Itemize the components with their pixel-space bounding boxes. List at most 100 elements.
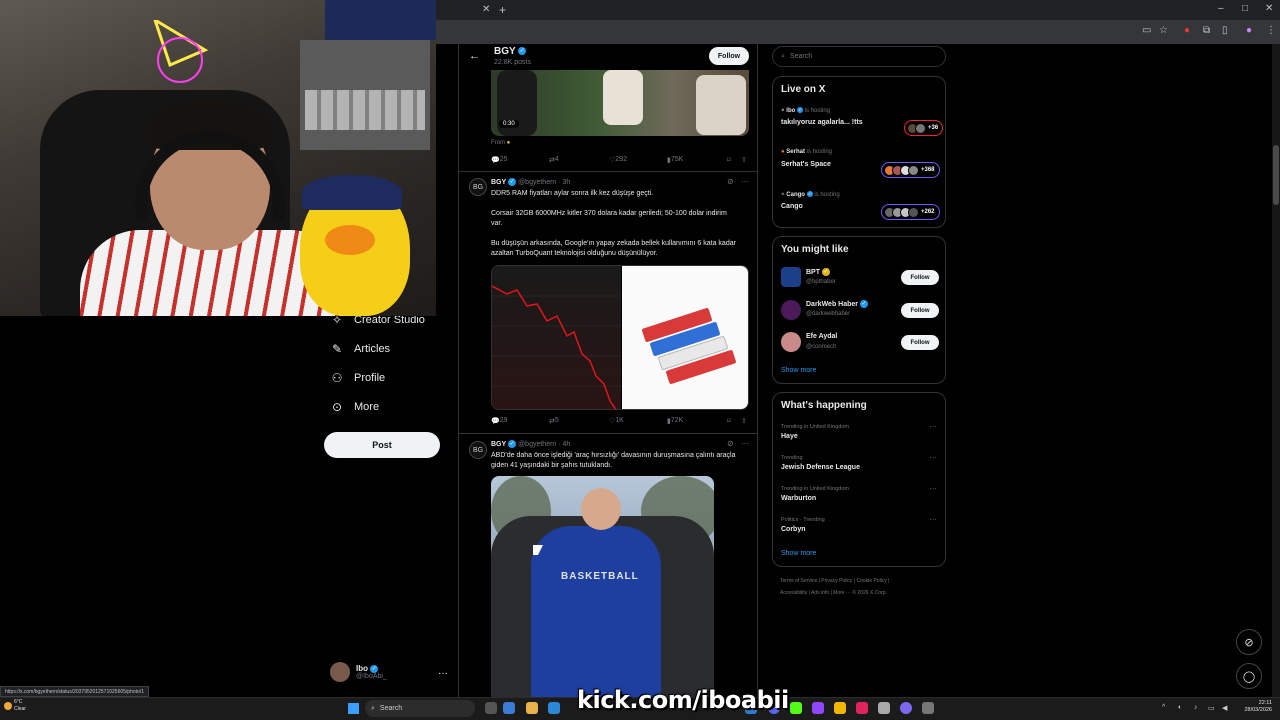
show-more-link[interactable]: Show more <box>781 550 816 557</box>
avatar[interactable]: BG <box>469 178 487 196</box>
reply-button[interactable]: 💬 25 <box>491 156 508 164</box>
repost-button[interactable]: ⇄ 4 <box>549 156 559 164</box>
trend-name[interactable]: Haye <box>781 433 798 440</box>
post-button[interactable]: Post <box>324 432 440 458</box>
trend-more-icon[interactable]: ··· <box>929 515 937 524</box>
app-icon[interactable] <box>900 702 912 714</box>
account-switcher[interactable]: Ibo ✓ @IboAbi_ <box>330 662 387 682</box>
verified-badge-icon: ✓ <box>370 664 379 673</box>
footer-links[interactable]: Terms of Service | Privacy Policy | Cook… <box>780 578 889 584</box>
avatar[interactable]: BG <box>469 441 487 459</box>
extension-icon[interactable]: ● <box>1184 25 1190 36</box>
views-button[interactable]: ▮ 72K <box>667 417 683 425</box>
close-window-icon[interactable]: ✕ <box>1265 3 1273 14</box>
like-button[interactable]: ♡ 1K <box>609 417 624 425</box>
browser-menu-icon[interactable]: ⋮ <box>1266 25 1276 36</box>
trend-more-icon[interactable]: ··· <box>929 453 937 462</box>
suggested-account-name[interactable]: DarkWeb Haber ✓ <box>806 300 868 308</box>
follow-button[interactable]: Follow <box>901 270 939 285</box>
copilot-icon[interactable] <box>503 702 515 714</box>
profile-name: BGY <box>494 46 516 57</box>
settings-icon[interactable] <box>922 702 934 714</box>
repost-button[interactable]: ⇄ 5 <box>549 417 559 425</box>
tray-chevron-icon[interactable]: ^ <box>1162 704 1165 711</box>
avatar[interactable] <box>781 300 801 320</box>
app-icon[interactable] <box>878 702 890 714</box>
network-icon[interactable]: ▭ <box>1208 704 1215 712</box>
suggested-account-name[interactable]: Efe Aydal <box>806 333 837 340</box>
footer-links[interactable]: Accessibility | Ads info | More ··· © 20… <box>780 590 887 596</box>
profile-avatar-icon[interactable]: ● <box>1246 25 1252 36</box>
live-listeners-badge[interactable]: +262 <box>881 204 940 220</box>
follow-button[interactable]: Follow <box>901 303 939 318</box>
microphone-icon[interactable]: ♪ <box>1194 704 1198 711</box>
task-view-icon[interactable] <box>485 702 497 714</box>
grok-icon[interactable]: ⊘ <box>727 177 734 186</box>
tweet-more-icon[interactable]: ··· <box>741 177 749 186</box>
tray-app-icon[interactable]: ◐ <box>1178 704 1182 711</box>
app-icon[interactable] <box>812 702 824 714</box>
scrollbar[interactable] <box>1272 44 1280 700</box>
tweet-author[interactable]: BGY <box>491 179 506 186</box>
follow-button[interactable]: Follow <box>901 335 939 350</box>
maximize-icon[interactable]: □ <box>1242 3 1248 14</box>
trend-name[interactable]: Warburton <box>781 495 816 502</box>
grok-icon[interactable]: ⊘ <box>727 439 734 448</box>
nav-item-more[interactable]: ⊙ More <box>330 400 379 414</box>
nav-item-articles[interactable]: ✎ Articles <box>330 342 390 356</box>
tab-close-icon[interactable]: ✕ <box>482 4 490 15</box>
taskbar-search[interactable]: ⌕ Search <box>365 700 475 717</box>
tweet-author[interactable]: BGY <box>491 441 506 448</box>
kick-icon[interactable] <box>790 702 802 714</box>
app-icon[interactable] <box>856 702 868 714</box>
avatar[interactable] <box>781 332 801 352</box>
avatar[interactable] <box>781 267 801 287</box>
live-listeners-badge[interactable]: +368 <box>881 162 940 178</box>
cast-icon[interactable]: ▭ <box>1142 25 1151 36</box>
tweet-image[interactable]: BASKETBALL <box>491 476 714 700</box>
store-icon[interactable] <box>548 702 560 714</box>
trend-name[interactable]: Corbyn <box>781 526 806 533</box>
views-button[interactable]: ▮ 75K <box>667 156 683 164</box>
space-title[interactable]: Cango <box>781 203 803 210</box>
reply-button[interactable]: 💬 29 <box>491 417 508 425</box>
tweet-video[interactable] <box>491 70 749 136</box>
trend-more-icon[interactable]: ··· <box>929 484 937 493</box>
back-arrow-icon[interactable]: ← <box>469 50 480 62</box>
taskbar-clock[interactable]: 22:11 28/03/2026 <box>1236 700 1272 714</box>
volume-icon[interactable]: ◀ <box>1222 704 1227 712</box>
share-icon[interactable]: ⇧ <box>741 156 747 164</box>
minimize-icon[interactable]: – <box>1218 3 1224 14</box>
space-title[interactable]: takılıyoruz agalarla... !tts <box>781 119 863 126</box>
follow-button[interactable]: Follow <box>709 47 749 65</box>
suggested-account-name[interactable]: BPT ✓ <box>806 268 830 276</box>
like-button[interactable]: ♡ 292 <box>609 156 627 164</box>
scrollbar-thumb[interactable] <box>1273 145 1279 205</box>
start-button[interactable] <box>348 703 359 714</box>
side-panel-icon[interactable]: ▯ <box>1222 25 1228 36</box>
grok-float-button[interactable]: ⊘ <box>1236 629 1262 655</box>
space-title[interactable]: Serhat's Space <box>781 161 831 168</box>
live-listeners-badge[interactable]: +36 <box>904 120 944 136</box>
new-tab-icon[interactable]: + <box>499 3 506 17</box>
share-icon[interactable]: ⇧ <box>741 417 747 425</box>
bookmark-star-icon[interactable]: ☆ <box>1159 25 1168 36</box>
messages-float-button[interactable]: ◯ <box>1236 663 1262 689</box>
nav-item-profile[interactable]: ⚇ Profile <box>330 371 386 385</box>
nav-item-label: Articles <box>354 343 391 355</box>
search-input[interactable]: ⌕ Search <box>772 46 946 67</box>
file-explorer-icon[interactable] <box>526 702 538 714</box>
weather-icon[interactable] <box>4 702 12 710</box>
tweet-more-icon[interactable]: ··· <box>741 439 749 448</box>
show-more-link[interactable]: Show more <box>781 367 816 374</box>
weather-widget[interactable]: 6°C Clear <box>14 699 26 713</box>
bookmark-icon[interactable]: ⌑ <box>727 156 731 164</box>
trend-name[interactable]: Jewish Defense League <box>781 464 860 471</box>
app-icon[interactable] <box>834 702 846 714</box>
bookmark-icon[interactable]: ⌑ <box>727 417 731 425</box>
tweet-image[interactable] <box>491 265 749 410</box>
trend-more-icon[interactable]: ··· <box>929 422 937 431</box>
live-host-line: ● Serhat is hosting <box>781 149 832 155</box>
account-more-icon[interactable]: ··· <box>438 668 448 679</box>
extensions-puzzle-icon[interactable]: ⧉ <box>1203 25 1210 36</box>
